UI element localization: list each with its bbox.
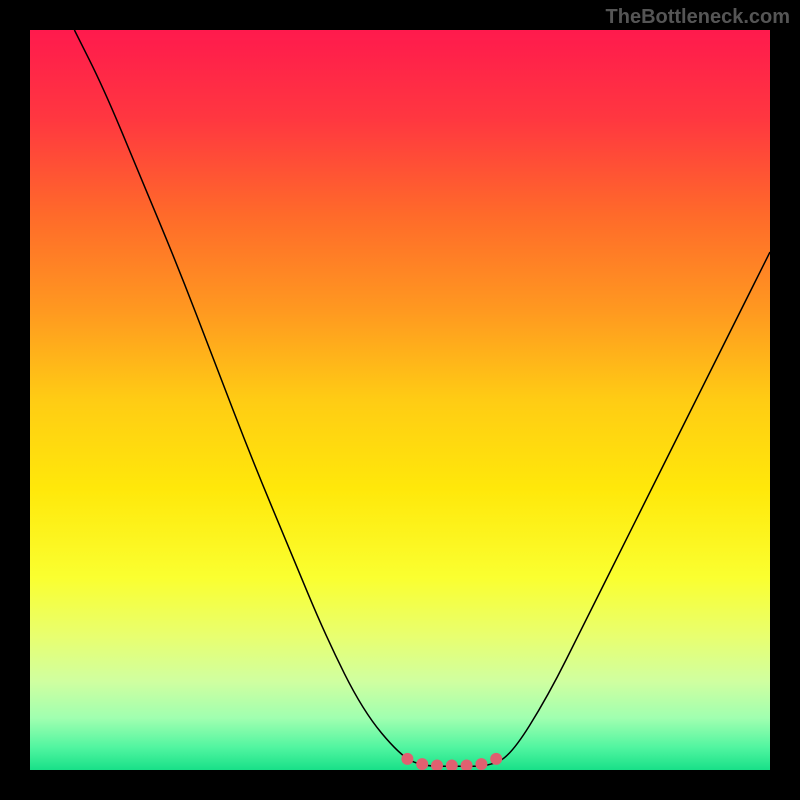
- chart-svg: [30, 30, 770, 770]
- highlight-dot: [490, 753, 502, 765]
- chart-container: TheBottleneck.com: [0, 0, 800, 800]
- plot-area: [30, 30, 770, 770]
- gradient-background: [30, 30, 770, 770]
- highlight-dot: [416, 758, 428, 770]
- highlight-dot: [475, 758, 487, 770]
- highlight-dot: [401, 753, 413, 765]
- watermark-text: TheBottleneck.com: [606, 6, 790, 29]
